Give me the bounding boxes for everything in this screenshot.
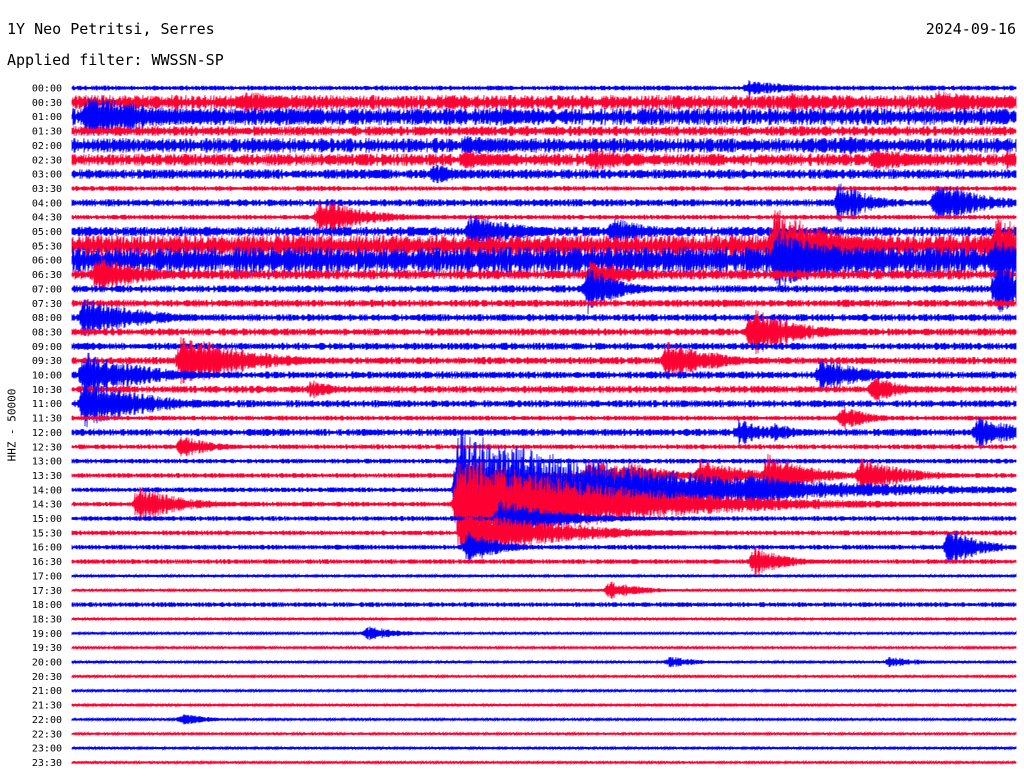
seismogram-plot: 00:00 00:30 01:00 01:30 02:00 02:30 03:00 03:30… xyxy=(32,80,1017,769)
row-label-2130: 21:30 xyxy=(32,701,62,712)
row-label-1330: 13:30 xyxy=(32,471,62,482)
row-label-2030: 20:30 xyxy=(32,672,62,683)
row-label-0600: 06:00 xyxy=(32,256,62,267)
row-label-0900: 09:00 xyxy=(32,342,62,353)
row-label-0800: 08:00 xyxy=(32,313,62,324)
row-label-1500: 15:00 xyxy=(32,514,62,525)
row-label-1430: 14:30 xyxy=(32,500,62,511)
row-label-0400: 04:00 xyxy=(32,198,62,209)
row-label-2000: 20:00 xyxy=(32,658,62,669)
row-label-1730: 17:30 xyxy=(32,586,62,597)
row-label-1230: 12:30 xyxy=(32,442,62,453)
row-label-0500: 05:00 xyxy=(32,227,62,238)
row-label-0330: 03:30 xyxy=(32,184,62,195)
row-label-0030: 00:30 xyxy=(32,98,62,109)
row-label-1530: 15:30 xyxy=(32,528,62,539)
row-label-1200: 12:00 xyxy=(32,428,62,439)
row-label-0300: 03:00 xyxy=(32,170,62,181)
row-label-2230: 22:30 xyxy=(32,729,62,740)
row-label-2200: 22:00 xyxy=(32,715,62,726)
row-label-2100: 21:00 xyxy=(32,686,62,697)
row-labels: 00:00 00:30 01:00 01:30 02:00 02:30 03:00 03:30… xyxy=(32,84,62,769)
row-label-1400: 14:00 xyxy=(32,485,62,496)
row-label-1300: 13:00 xyxy=(32,457,62,468)
row-label-1130: 11:30 xyxy=(32,414,62,425)
row-label-0430: 04:30 xyxy=(32,213,62,224)
row-label-1800: 18:00 xyxy=(32,600,62,611)
row-label-0130: 01:30 xyxy=(32,127,62,138)
row-label-1100: 11:00 xyxy=(32,399,62,410)
row-label-1630: 16:30 xyxy=(32,557,62,568)
row-label-0230: 02:30 xyxy=(32,155,62,166)
row-label-0200: 02:00 xyxy=(32,141,62,152)
row-label-2300: 23:00 xyxy=(32,744,62,755)
row-label-1830: 18:30 xyxy=(32,614,62,625)
row-label-2330: 23:30 xyxy=(32,758,62,769)
row-label-0630: 06:30 xyxy=(32,270,62,281)
row-label-0700: 07:00 xyxy=(32,284,62,295)
row-label-0730: 07:30 xyxy=(32,299,62,310)
row-label-1030: 10:30 xyxy=(32,385,62,396)
row-label-1900: 19:00 xyxy=(32,629,62,640)
trace-lines xyxy=(71,80,1017,766)
row-label-0100: 01:00 xyxy=(32,112,62,123)
row-label-1000: 10:00 xyxy=(32,371,62,382)
row-label-0830: 08:30 xyxy=(32,327,62,338)
row-label-0530: 05:30 xyxy=(32,241,62,252)
row-label-0000: 00:00 xyxy=(32,84,62,95)
row-label-0930: 09:30 xyxy=(32,356,62,367)
row-label-1600: 16:00 xyxy=(32,543,62,554)
row-label-1700: 17:00 xyxy=(32,571,62,582)
row-label-1930: 19:30 xyxy=(32,643,62,654)
